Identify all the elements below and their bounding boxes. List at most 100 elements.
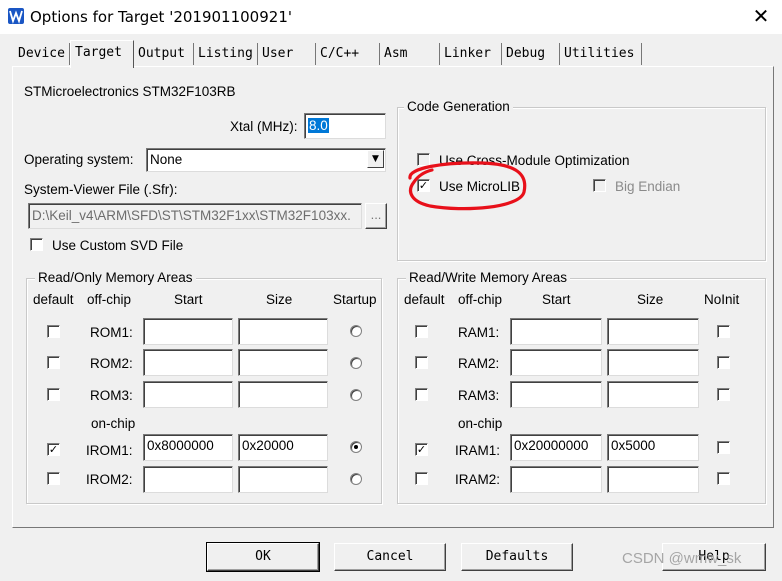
tab-user[interactable]: User <box>258 43 316 65</box>
defaults-button[interactable]: Defaults <box>461 543 573 571</box>
ro-startup-radio[interactable] <box>350 325 362 337</box>
ro-row-name: IROM2: <box>86 472 133 487</box>
rw-header-offchip: off-chip <box>458 292 503 307</box>
rw-row-name: RAM3: <box>458 388 500 403</box>
ro-row-name: ROM2: <box>90 356 133 371</box>
tab-linker[interactable]: Linker <box>440 43 502 65</box>
app-icon <box>8 8 24 24</box>
cancel-button[interactable]: Cancel <box>334 543 446 571</box>
ro-size-input[interactable] <box>238 349 328 376</box>
tab-cpp[interactable]: C/C++ <box>316 43 380 65</box>
close-icon[interactable]: ✕ <box>746 2 776 30</box>
tab-output[interactable]: Output <box>134 43 194 65</box>
ro-start-input[interactable]: 0x8000000 <box>143 434 233 461</box>
window-title: Options for Target '201901100921' <box>30 8 292 26</box>
rw-size-input[interactable] <box>607 381 699 408</box>
big-endian-label: Big Endian <box>615 179 681 194</box>
tab-device[interactable]: Device <box>14 43 70 65</box>
tab-asm[interactable]: Asm <box>380 43 440 65</box>
rw-start-input[interactable] <box>510 349 602 376</box>
ro-start-input[interactable] <box>143 381 233 408</box>
ro-default-checkbox[interactable] <box>47 472 60 485</box>
ro-memory-title: Read/Only Memory Areas <box>35 270 196 285</box>
ro-start-input[interactable] <box>143 318 233 345</box>
ro-header-startup: Startup <box>333 292 377 307</box>
rw-default-checkbox[interactable] <box>415 356 428 369</box>
rw-noinit-checkbox[interactable] <box>717 356 730 369</box>
tab-utilities[interactable]: Utilities <box>560 43 642 65</box>
chevron-down-icon[interactable]: ▼ <box>367 150 384 168</box>
ro-default-checkbox[interactable]: ✓ <box>47 443 60 456</box>
tab-debug[interactable]: Debug <box>502 43 560 65</box>
code-generation-title: Code Generation <box>404 99 513 114</box>
check-icon: ✓ <box>48 443 59 456</box>
big-endian-checkbox[interactable] <box>593 179 606 192</box>
radio-dot-icon <box>354 445 358 449</box>
ro-startup-radio[interactable] <box>350 389 362 401</box>
os-value: None <box>150 152 183 167</box>
watermark: CSDN @wmw_sk <box>622 550 742 567</box>
xtal-value: 8.0 <box>308 118 329 133</box>
ro-row-name: ROM3: <box>90 388 133 403</box>
ro-row-name: ROM1: <box>90 325 133 340</box>
ro-default-checkbox[interactable] <box>47 388 60 401</box>
ro-start-input[interactable] <box>143 466 233 493</box>
sfr-label: System-Viewer File (.Sfr): <box>24 182 178 197</box>
custom-svd-checkbox[interactable] <box>30 238 43 251</box>
ro-header-offchip: off-chip <box>87 292 132 307</box>
rw-default-checkbox[interactable] <box>415 388 428 401</box>
rw-noinit-checkbox[interactable] <box>717 388 730 401</box>
ro-row-name: IROM1: <box>86 443 133 458</box>
rw-noinit-checkbox[interactable] <box>717 441 730 454</box>
ro-header-start: Start <box>174 292 203 307</box>
xtal-input[interactable]: 8.0 <box>304 113 386 139</box>
ro-start-input[interactable] <box>143 349 233 376</box>
rw-size-input[interactable] <box>607 318 699 345</box>
sfr-path-field: D:\Keil_v4\ARM\SFD\ST\STM32F1xx\STM32F10… <box>28 203 362 229</box>
rw-size-input[interactable] <box>607 349 699 376</box>
custom-svd-label: Use Custom SVD File <box>52 238 184 253</box>
rw-default-checkbox[interactable] <box>415 472 428 485</box>
rw-default-checkbox[interactable]: ✓ <box>415 443 428 456</box>
os-label: Operating system: <box>24 152 134 167</box>
ro-size-input[interactable] <box>238 381 328 408</box>
ro-default-checkbox[interactable] <box>47 325 60 338</box>
annotation-circle <box>408 161 527 211</box>
ro-default-checkbox[interactable] <box>47 356 60 369</box>
ro-header-size: Size <box>266 292 293 307</box>
xtal-label: Xtal (MHz): <box>230 119 298 134</box>
ro-onchip-label: on-chip <box>91 416 136 431</box>
tab-listing[interactable]: Listing <box>194 43 258 65</box>
rw-onchip-label: on-chip <box>458 416 503 431</box>
rw-size-input[interactable]: 0x5000 <box>607 434 699 461</box>
rw-row-name: IRAM2: <box>455 472 501 487</box>
ro-startup-radio[interactable] <box>350 473 362 485</box>
rw-row-name: RAM2: <box>458 356 500 371</box>
tab-target[interactable]: Target <box>70 40 134 68</box>
rw-start-input[interactable] <box>510 466 602 493</box>
ro-startup-radio[interactable] <box>350 357 362 369</box>
rw-noinit-checkbox[interactable] <box>717 325 730 338</box>
os-select[interactable]: None ▼ <box>146 148 386 172</box>
rw-row-name: RAM1: <box>458 325 500 340</box>
rw-memory-title: Read/Write Memory Areas <box>406 270 571 285</box>
rw-start-input[interactable] <box>510 318 602 345</box>
ro-size-input[interactable] <box>238 318 328 345</box>
ro-startup-radio[interactable] <box>350 441 362 453</box>
ro-size-input[interactable]: 0x20000 <box>238 434 328 461</box>
rw-start-input[interactable] <box>510 381 602 408</box>
rw-start-input[interactable]: 0x20000000 <box>510 434 602 461</box>
rw-default-checkbox[interactable] <box>415 325 428 338</box>
rw-size-input[interactable] <box>607 466 699 493</box>
ok-button[interactable]: OK <box>206 542 320 572</box>
browse-sfr-button[interactable]: ... <box>365 203 387 229</box>
rw-noinit-checkbox[interactable] <box>717 472 730 485</box>
rw-header-start: Start <box>542 292 571 307</box>
ro-header-default: default <box>33 292 74 307</box>
rw-header-size: Size <box>637 292 664 307</box>
rw-header-noinit: NoInit <box>704 292 740 307</box>
device-name: STMicroelectronics STM32F103RB <box>24 84 236 99</box>
check-icon: ✓ <box>416 443 427 456</box>
rw-header-default: default <box>404 292 445 307</box>
ro-size-input[interactable] <box>238 466 328 493</box>
